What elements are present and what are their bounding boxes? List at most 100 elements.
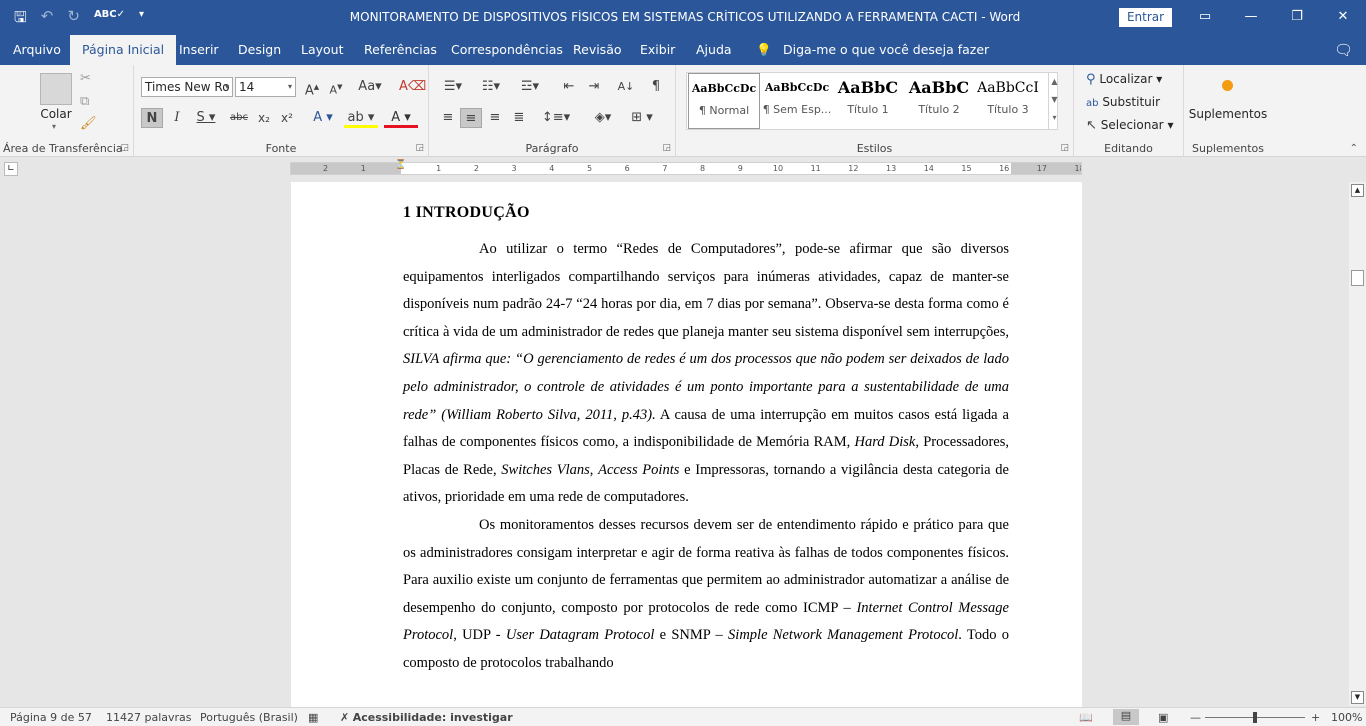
accessibility-status[interactable]: ✗ Acessibilidade: investigar: [340, 711, 513, 724]
paragraph-2[interactable]: Os monitoramentos desses recursos devem …: [403, 512, 1009, 678]
restore-icon[interactable]: ❐: [1274, 0, 1320, 32]
document-body[interactable]: 1 INTRODUÇÃO Ao utilizar o termo “Redes …: [403, 204, 1009, 678]
read-mode-icon[interactable]: 📖: [1079, 711, 1093, 724]
heading-introducao[interactable]: 1 INTRODUÇÃO: [403, 204, 1009, 222]
styles-scroll-icon[interactable]: ▲ ▼ ▾: [1048, 73, 1060, 129]
font-size-combo[interactable]: 14 ▾: [235, 77, 296, 97]
font-color-icon[interactable]: A ▾: [384, 108, 418, 128]
shrink-font-icon[interactable]: A▼: [326, 77, 346, 97]
minimize-icon[interactable]: —: [1228, 0, 1274, 32]
sort-icon[interactable]: A↓: [616, 77, 636, 97]
strikethrough-icon[interactable]: abc: [228, 108, 250, 128]
shading-icon[interactable]: ◈▾: [587, 108, 619, 128]
style-heading-1[interactable]: AaBbC Título 1: [832, 73, 904, 129]
web-layout-icon[interactable]: ▣: [1158, 711, 1168, 724]
zoom-out-icon[interactable]: —: [1190, 711, 1201, 724]
comments-icon[interactable]: 🗨: [1334, 35, 1353, 65]
ribbon-display-options-icon[interactable]: ▭: [1182, 0, 1228, 32]
style-normal[interactable]: AaBbCcDc ¶ Normal: [688, 73, 760, 129]
show-marks-icon[interactable]: ¶: [646, 77, 666, 97]
text-run: Switches Vlans: [501, 461, 590, 478]
spelling-icon[interactable]: ABC✓: [94, 7, 125, 32]
scroll-up-icon[interactable]: ▲: [1351, 184, 1364, 197]
collapse-ribbon-icon[interactable]: ⌃: [1350, 143, 1358, 154]
zoom-in-icon[interactable]: +: [1311, 711, 1320, 724]
ruler-number: 1: [360, 164, 366, 173]
zoom-level[interactable]: 100%: [1331, 711, 1362, 724]
text-effects-icon[interactable]: A ▾: [308, 108, 338, 128]
paste-icon[interactable]: [40, 73, 72, 105]
borders-icon[interactable]: ⊞ ▾: [625, 108, 659, 128]
align-left-icon[interactable]: ≡: [437, 108, 459, 128]
tab-exibir[interactable]: Exibir: [640, 35, 675, 65]
vertical-scrollbar[interactable]: ▲ ▼: [1349, 182, 1366, 706]
tab-ajuda[interactable]: Ajuda: [696, 35, 732, 65]
tab-selector[interactable]: ∟: [4, 162, 18, 176]
addins-button[interactable]: Suplementos: [1184, 107, 1272, 121]
paste-dropdown-icon[interactable]: ▾: [52, 122, 56, 131]
numbering-icon[interactable]: ☷▾: [475, 77, 507, 97]
save-icon[interactable]: 🖫: [14, 7, 27, 32]
track-changes-icon[interactable]: ▦: [308, 711, 318, 724]
font-name-combo[interactable]: Times New Ro ▾: [141, 77, 233, 97]
font-launcher-icon[interactable]: ◲: [415, 143, 424, 153]
document-page[interactable]: 1 INTRODUÇÃO Ao utilizar o termo “Redes …: [291, 182, 1082, 712]
select-icon: ↖: [1086, 118, 1097, 133]
line-spacing-icon[interactable]: ↕≡▾: [539, 108, 573, 128]
increase-indent-icon[interactable]: ⇥: [584, 77, 604, 97]
justify-icon[interactable]: ≣: [508, 108, 530, 128]
addins-icon[interactable]: [1222, 80, 1233, 91]
tab-pagina-inicial[interactable]: Página Inicial: [70, 35, 177, 65]
paragraph-1[interactable]: Ao utilizar o termo “Redes de Computador…: [403, 236, 1009, 512]
cut-icon[interactable]: ✂: [80, 72, 91, 85]
align-right-icon[interactable]: ≡: [484, 108, 506, 128]
copy-icon[interactable]: ⧉: [80, 95, 89, 108]
change-case-icon[interactable]: Aa▾: [354, 77, 386, 97]
find-button[interactable]: ⚲ Localizar ▾: [1086, 72, 1162, 86]
clipboard-launcher-icon[interactable]: ◲: [120, 143, 129, 153]
paragraph-launcher-icon[interactable]: ◲: [662, 143, 671, 153]
undo-icon[interactable]: ↶: [41, 7, 54, 32]
style-heading-3[interactable]: AaBbCcI Título 3: [974, 73, 1042, 129]
indent-marker-icon[interactable]: ⏳: [395, 160, 406, 170]
bullets-icon[interactable]: ☰▾: [437, 77, 469, 97]
multilevel-list-icon[interactable]: ☲▾: [514, 77, 546, 97]
subscript-icon[interactable]: x₂: [254, 108, 274, 128]
bold-button[interactable]: N: [141, 108, 163, 128]
tab-referencias[interactable]: Referências: [364, 35, 437, 65]
styles-launcher-icon[interactable]: ◲: [1060, 143, 1069, 153]
decrease-indent-icon[interactable]: ⇤: [559, 77, 579, 97]
language[interactable]: Português (Brasil): [200, 711, 298, 724]
redo-icon[interactable]: ↻: [67, 7, 80, 32]
superscript-icon[interactable]: x²: [277, 108, 297, 128]
replace-button[interactable]: ab Substituir: [1086, 95, 1160, 109]
style-no-spacing[interactable]: AaBbCcDc ¶ Sem Esp...: [761, 73, 833, 129]
page-count[interactable]: Página 9 de 57: [10, 711, 92, 724]
tab-inserir[interactable]: Inserir: [179, 35, 219, 65]
scroll-down-icon[interactable]: ▼: [1351, 691, 1364, 704]
style-heading-2[interactable]: AaBbC Título 2: [903, 73, 975, 129]
align-center-icon[interactable]: ≡: [460, 108, 482, 128]
italic-button[interactable]: I: [167, 108, 187, 128]
tab-layout[interactable]: Layout: [301, 35, 344, 65]
word-count[interactable]: 11427 palavras: [106, 711, 192, 724]
tab-revisao[interactable]: Revisão: [573, 35, 622, 65]
sign-in-button[interactable]: Entrar: [1119, 8, 1172, 27]
underline-button[interactable]: S ▾: [191, 108, 221, 128]
grow-font-icon[interactable]: A▲: [302, 77, 322, 98]
highlight-color-icon[interactable]: ab ▾: [344, 108, 378, 128]
tab-arquivo[interactable]: Arquivo: [13, 35, 61, 65]
customize-qat-icon[interactable]: ▾: [139, 7, 144, 32]
print-layout-icon[interactable]: ▤: [1113, 709, 1139, 725]
tab-design[interactable]: Design: [238, 35, 281, 65]
tell-me-search[interactable]: Diga-me o que você deseja fazer: [783, 35, 989, 65]
format-painter-icon[interactable]: 🖌: [80, 117, 97, 130]
tab-correspondencias[interactable]: Correspondências: [451, 35, 563, 65]
select-button[interactable]: ↖ Selecionar ▾: [1086, 118, 1173, 132]
horizontal-ruler[interactable]: 21123456789101112131415161718: [290, 162, 1082, 175]
close-icon[interactable]: ✕: [1320, 0, 1366, 32]
scroll-thumb[interactable]: [1351, 270, 1364, 286]
zoom-slider-thumb[interactable]: [1253, 712, 1257, 723]
paste-button-label[interactable]: Colar: [40, 107, 72, 121]
clear-formatting-icon[interactable]: A⌫: [399, 77, 426, 97]
